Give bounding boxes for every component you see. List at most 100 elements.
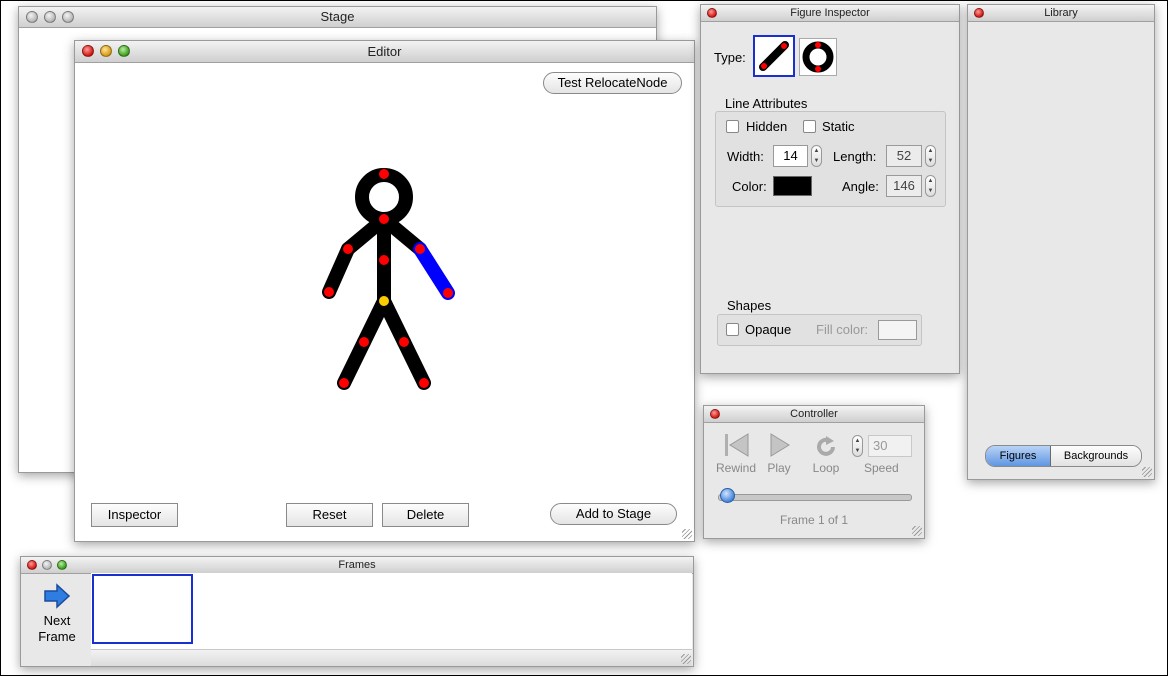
stage-close-button[interactable]: [26, 11, 38, 23]
right-arrow-icon: [44, 583, 71, 609]
speed-field[interactable]: 30: [868, 435, 912, 457]
figure-left-forearm: [322, 242, 355, 299]
library-window: Library Figures Backgrounds: [967, 4, 1155, 480]
play-icon: [770, 433, 790, 457]
opaque-checkbox[interactable]: [726, 323, 739, 336]
controller-resize-grip[interactable]: [912, 526, 922, 536]
joint-root: [379, 296, 389, 306]
angle-label: Angle:: [842, 179, 879, 194]
line-attributes-label: Line Attributes: [725, 96, 808, 111]
length-stepper[interactable]: ▲ ▼: [925, 145, 936, 167]
joint-right-foot: [419, 378, 429, 388]
rewind-label: Rewind: [715, 461, 757, 475]
inspector-titlebar[interactable]: Figure Inspector: [701, 5, 959, 22]
width-stepper[interactable]: ▲ ▼: [811, 145, 822, 167]
joint-right-elbow: [415, 244, 425, 254]
joint-neck: [379, 214, 389, 224]
tab-backgrounds[interactable]: Backgrounds: [1051, 446, 1141, 466]
hidden-label: Hidden: [746, 119, 788, 134]
frames-minimize-button[interactable]: [42, 560, 52, 570]
inspector-button[interactable]: Inspector: [91, 503, 178, 527]
frames-titlebar[interactable]: Frames: [21, 557, 693, 574]
joint-right-knee: [399, 337, 409, 347]
color-label: Color:: [732, 179, 767, 194]
next-frame-label: Next Frame: [38, 613, 76, 644]
tab-figures[interactable]: Figures: [986, 446, 1051, 466]
controller-title: Controller: [790, 408, 838, 420]
frames-scrollbar[interactable]: [91, 649, 692, 666]
loop-icon: [817, 436, 835, 456]
line-color-swatch[interactable]: [773, 176, 812, 196]
line-attributes-group: Hidden Static Width: 14 ▲ ▼ Length: 52 ▲ ▼…: [715, 111, 946, 207]
frames-window: Frames Next Frame: [20, 556, 694, 667]
editor-resize-grip[interactable]: [682, 529, 692, 539]
stage-minimize-button[interactable]: [44, 11, 56, 23]
static-checkbox[interactable]: [803, 120, 816, 133]
shapes-group: Opaque Fill color:: [717, 314, 922, 346]
library-close-button[interactable]: [974, 8, 984, 18]
frames-resize-grip[interactable]: [681, 654, 691, 664]
reset-button[interactable]: Reset: [286, 503, 373, 527]
stage-zoom-button[interactable]: [62, 11, 74, 23]
figure-right-shin: [397, 335, 431, 390]
joint-left-knee: [359, 337, 369, 347]
delete-button[interactable]: Delete: [382, 503, 469, 527]
line-segment-icon: [759, 41, 789, 71]
angle-stepper[interactable]: ▲ ▼: [925, 175, 936, 197]
frame-thumbnail[interactable]: [92, 574, 193, 644]
editor-title: Editor: [367, 44, 402, 59]
joint-chest: [379, 255, 389, 265]
controller-close-button[interactable]: [710, 409, 720, 419]
type-line-button[interactable]: [753, 35, 795, 77]
frames-title: Frames: [338, 559, 376, 571]
fill-color-swatch[interactable]: [878, 320, 917, 340]
frame-slider-knob[interactable]: [720, 488, 735, 503]
joint-left-foot: [339, 378, 349, 388]
figure-left-shin: [337, 335, 371, 390]
frames-zoom-button[interactable]: [57, 560, 67, 570]
length-field[interactable]: 52: [886, 145, 922, 167]
type-label: Type:: [714, 50, 746, 65]
editor-minimize-button[interactable]: [100, 45, 112, 57]
inspector-title: Figure Inspector: [790, 7, 870, 19]
loop-button[interactable]: Loop: [808, 436, 844, 475]
width-label: Width:: [727, 149, 764, 164]
joint-head-top: [379, 169, 389, 179]
frames-close-button[interactable]: [27, 560, 37, 570]
stick-figure[interactable]: [75, 63, 694, 541]
inspector-close-button[interactable]: [707, 8, 717, 18]
circle-shape-icon: [802, 41, 834, 73]
frame-status: Frame 1 of 1: [779, 513, 849, 527]
loop-label: Loop: [812, 461, 840, 475]
editor-zoom-button[interactable]: [118, 45, 130, 57]
fill-color-label: Fill color:: [816, 322, 869, 337]
editor-window: Editor Test RelocateNode Inspector Reset…: [74, 40, 695, 542]
width-field[interactable]: 14: [773, 145, 808, 167]
library-title: Library: [1044, 7, 1078, 19]
rewind-button[interactable]: Rewind: [714, 432, 758, 475]
length-label: Length:: [833, 149, 877, 164]
library-titlebar[interactable]: Library: [968, 5, 1154, 22]
frame-slider-track[interactable]: [718, 494, 912, 501]
opaque-label: Opaque: [745, 322, 792, 337]
frames-strip: [91, 573, 692, 649]
add-to-stage-button[interactable]: Add to Stage: [550, 503, 677, 525]
static-label: Static: [822, 119, 855, 134]
hidden-checkbox[interactable]: [726, 120, 739, 133]
play-button[interactable]: Play: [762, 432, 796, 475]
editor-close-button[interactable]: [82, 45, 94, 57]
type-circle-button[interactable]: [799, 38, 837, 76]
joint-left-elbow: [343, 244, 353, 254]
stage-titlebar[interactable]: Stage: [19, 7, 656, 28]
controller-titlebar[interactable]: Controller: [704, 406, 924, 423]
next-frame-button[interactable]: Next Frame: [29, 583, 85, 647]
library-resize-grip[interactable]: [1142, 467, 1152, 477]
library-tabs: Figures Backgrounds: [985, 445, 1142, 467]
figure-inspector-window: Figure Inspector Type: Line Attributes H…: [700, 4, 960, 374]
editor-titlebar[interactable]: Editor: [75, 41, 694, 63]
joint-right-hand: [443, 288, 453, 298]
stage-title: Stage: [320, 9, 355, 24]
joint-left-hand: [324, 287, 334, 297]
angle-field[interactable]: 146: [886, 175, 922, 197]
speed-stepper[interactable]: ▲ ▼: [852, 435, 863, 457]
